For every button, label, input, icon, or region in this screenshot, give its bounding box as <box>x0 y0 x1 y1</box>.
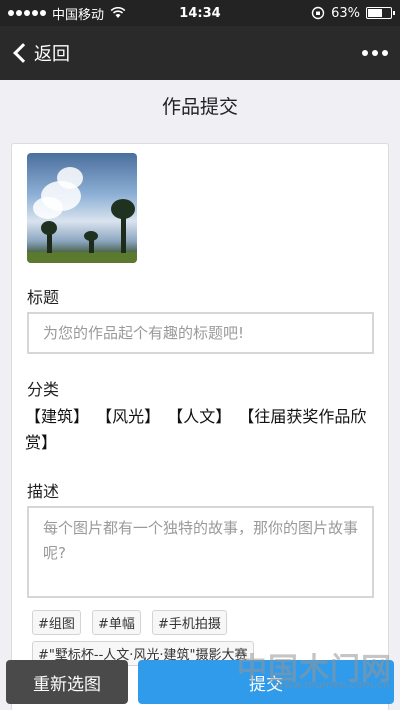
title-input[interactable] <box>27 312 374 354</box>
back-button[interactable]: 返回 <box>12 40 70 66</box>
rotation-lock-icon <box>311 6 325 20</box>
tag-chip[interactable]: #手机拍摄 <box>152 610 227 635</box>
nav-bar: 返回 <box>0 26 400 80</box>
submit-button[interactable]: 提交 <box>138 660 394 704</box>
battery-percent: 63% <box>331 5 360 21</box>
status-bar: 中国移动 14:34 63% <box>0 0 400 26</box>
signal-strength-icon <box>8 10 46 16</box>
title-label: 标题 <box>27 288 60 307</box>
category-option[interactable]: 【风光】 <box>96 407 160 426</box>
carrier-name: 中国移动 <box>52 7 105 23</box>
reselect-photo-button[interactable]: 重新选图 <box>6 660 128 704</box>
more-dot-icon <box>372 50 378 56</box>
more-options-button[interactable] <box>362 50 388 56</box>
back-label: 返回 <box>34 44 70 65</box>
tag-chip[interactable]: #单幅 <box>92 610 141 635</box>
description-input[interactable] <box>27 506 374 598</box>
battery-level <box>368 9 382 17</box>
more-dot-icon <box>362 50 368 56</box>
battery-icon <box>366 7 395 19</box>
category-list: 【建筑】 【风光】 【人文】 【往届获奖作品欣赏】 <box>25 404 380 456</box>
selected-photo-thumbnail[interactable] <box>27 153 137 263</box>
wifi-icon <box>110 7 126 18</box>
chevron-left-icon <box>13 43 33 63</box>
category-label: 分类 <box>27 380 60 399</box>
category-option[interactable]: 【建筑】 <box>25 407 89 426</box>
more-dot-icon <box>382 50 388 56</box>
category-option[interactable]: 【人文】 <box>167 407 231 426</box>
tag-chip[interactable]: #组图 <box>32 610 81 635</box>
page-title: 作品提交 <box>161 96 238 118</box>
submission-form: 标题 分类 【建筑】 【风光】 【人文】 【往届获奖作品欣赏】 描述 #组图 #… <box>11 143 389 710</box>
description-label: 描述 <box>27 482 60 501</box>
